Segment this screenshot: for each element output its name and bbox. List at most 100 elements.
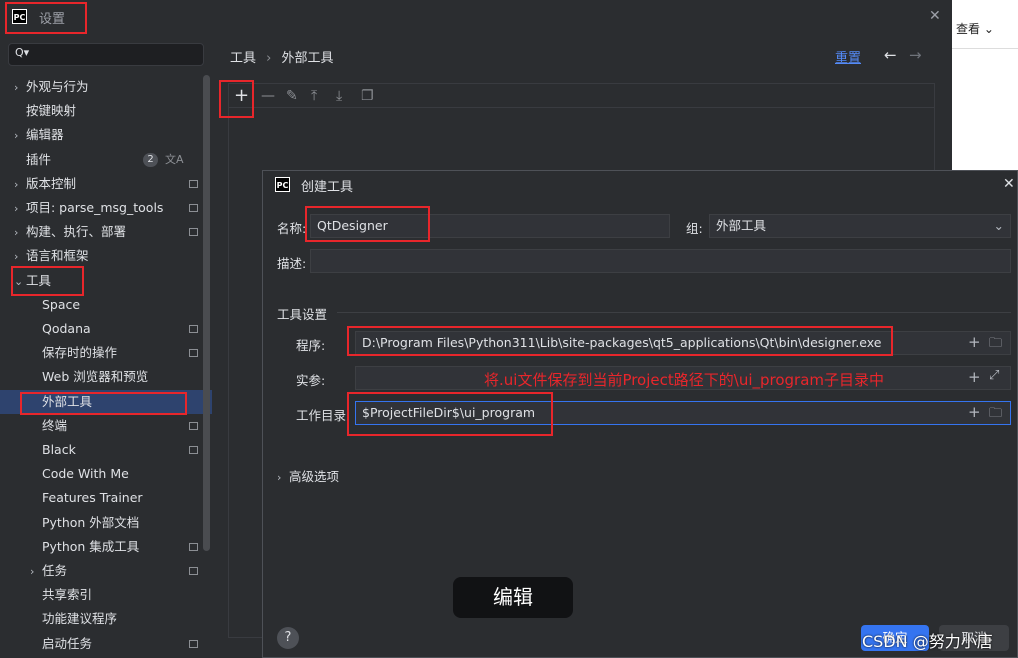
sidebar-item-label: 功能建议程序 — [42, 611, 118, 627]
help-button[interactable]: ? — [277, 627, 299, 649]
search-icon: Q▾ — [15, 46, 30, 59]
sidebar-item[interactable]: › 版本控制 — [0, 172, 212, 196]
group-label: 组: — [686, 221, 703, 236]
sidebar-item[interactable]: ⌄ 工具 — [0, 269, 212, 293]
sidebar-item-label: 按键映射 — [26, 103, 77, 119]
sidebar-item[interactable]: 终端 — [0, 414, 212, 438]
translate-icon: 文A — [165, 152, 184, 166]
move-down-icon[interactable]: ⤓ — [336, 88, 342, 104]
chevron-down-icon: ⌄ — [993, 218, 1004, 233]
add-icon[interactable]: + — [234, 85, 249, 106]
program-field[interactable]: D:\Program Files\Python311\Lib\site-pack… — [355, 331, 1011, 355]
view-menu[interactable]: 查看 ⌄ — [956, 20, 994, 37]
advanced-options-toggle[interactable]: › 高级选项 — [277, 466, 339, 485]
workdir-label: 工作目录: — [296, 408, 351, 423]
sidebar-item-label: Code With Me — [42, 466, 129, 482]
dialog-title: 创建工具 — [301, 180, 354, 195]
sidebar-scrollbar[interactable] — [203, 75, 210, 551]
project-scope-icon — [189, 179, 198, 188]
sidebar-item[interactable]: › 项目: parse_msg_tools — [0, 196, 212, 220]
sidebar-item[interactable]: Black — [0, 438, 212, 462]
sidebar-item[interactable]: › 编辑器 — [0, 123, 212, 147]
sidebar-item-label: Qodana — [42, 321, 91, 336]
sidebar-item[interactable]: › 构建、执行、部署 — [0, 220, 212, 244]
edit-icon[interactable]: ✎ — [286, 88, 298, 104]
expand-icon[interactable]: ⤢ — [989, 368, 999, 383]
sidebar-item[interactable]: Features Trainer — [0, 486, 212, 510]
sidebar-item[interactable]: 保存时的操作 — [0, 341, 212, 365]
chevron-icon[interactable]: › — [14, 221, 26, 245]
sidebar-item[interactable]: 启动任务 — [0, 632, 212, 656]
project-scope-icon — [189, 228, 198, 237]
breadcrumb: 工具 › 外部工具 — [230, 47, 334, 66]
insert-macro-icon[interactable]: + — [968, 403, 981, 421]
watermark: CSDN @努力小唐 — [862, 632, 993, 651]
sidebar-item-label: 共享索引 — [42, 587, 93, 603]
sidebar-item[interactable]: 按键映射 — [0, 99, 212, 123]
forward-arrow-icon[interactable]: → — [909, 46, 922, 64]
sidebar-item-label: 插件 — [26, 151, 52, 167]
close-icon[interactable]: ✕ — [929, 8, 941, 24]
sidebar-item[interactable]: Qodana — [0, 317, 212, 341]
dialog-close-icon[interactable]: ✕ — [1003, 176, 1015, 192]
sidebar-item-label: 外部工具 — [42, 393, 93, 409]
description-field[interactable] — [310, 249, 1011, 273]
copy-icon[interactable]: ❐ — [361, 88, 374, 104]
breadcrumb-tools[interactable]: 工具 — [230, 51, 256, 66]
chevron-icon[interactable]: › — [14, 245, 26, 269]
sidebar-item-label: 启动任务 — [42, 635, 93, 651]
move-up-icon[interactable]: ⤒ — [311, 88, 317, 104]
sidebar-item[interactable]: › 任务 — [0, 559, 212, 583]
insert-macro-icon[interactable]: + — [968, 333, 981, 351]
edit-tooltip: 编辑 — [453, 577, 573, 618]
chevron-icon[interactable]: › — [30, 560, 42, 584]
chevron-icon[interactable]: ⌄ — [14, 270, 26, 294]
sidebar-item[interactable]: 插件 2 文A — [0, 148, 212, 172]
sidebar-item[interactable]: Space — [0, 293, 212, 317]
insert-macro-icon[interactable]: + — [968, 368, 981, 386]
sidebar-item[interactable]: Python 外部文档 — [0, 511, 212, 535]
name-field[interactable]: QtDesigner — [310, 214, 670, 238]
sidebar-item[interactable]: 外部工具 — [0, 389, 212, 414]
sidebar-item[interactable]: Web 浏览器和预览 — [0, 365, 212, 389]
sidebar-item-label: Features Trainer — [42, 490, 143, 506]
chevron-icon[interactable]: › — [14, 76, 26, 100]
title-bar: PC 设置 ✕ — [0, 0, 952, 34]
search-input[interactable]: Q▾ — [8, 43, 204, 66]
project-scope-icon — [189, 446, 198, 454]
description-label: 描述: — [277, 256, 307, 271]
sidebar-item[interactable]: Python 集成工具 — [0, 535, 212, 559]
sidebar-item-label: 终端 — [42, 417, 68, 433]
window-title: 设置 — [39, 12, 66, 27]
folder-icon[interactable]: 🗀 — [989, 404, 1002, 426]
back-arrow-icon[interactable]: ← — [884, 46, 897, 64]
sidebar-item-label: 版本控制 — [26, 175, 77, 191]
project-scope-icon — [189, 204, 198, 212]
sidebar-item-label: 外观与行为 — [26, 79, 89, 94]
sidebar-item-label: Python 集成工具 — [42, 538, 140, 554]
breadcrumb-separator: › — [266, 51, 272, 66]
chevron-icon[interactable]: › — [14, 173, 26, 197]
pycharm-logo-icon: PC — [275, 177, 290, 192]
workdir-field[interactable]: $ProjectFileDir$\ui_program — [355, 401, 1011, 425]
remove-icon[interactable]: — — [261, 88, 275, 104]
folder-icon[interactable]: 🗀 — [989, 334, 1002, 356]
sidebar-item[interactable]: Code With Me — [0, 462, 212, 486]
sidebar-item-label: Web 浏览器和预览 — [42, 369, 149, 385]
pycharm-logo-icon: PC — [12, 9, 27, 24]
sidebar-item-label: 项目: parse_msg_tools — [26, 200, 164, 215]
project-scope-icon — [189, 567, 198, 575]
sidebar-item[interactable]: 功能建议程序 — [0, 607, 212, 631]
program-value: D:\Program Files\Python311\Lib\site-pack… — [362, 335, 882, 350]
sidebar-item[interactable]: 共享索引 — [0, 583, 212, 607]
reset-link[interactable]: 重置 — [835, 47, 861, 66]
chevron-icon[interactable]: › — [14, 124, 26, 148]
advanced-options-label: 高级选项 — [289, 469, 340, 484]
group-select[interactable]: 外部工具 ⌄ — [709, 214, 1011, 238]
sidebar-item-label: 语言和框架 — [26, 248, 89, 264]
sidebar-item-label: 任务 — [42, 563, 68, 578]
sidebar-item[interactable]: › 外观与行为 — [0, 75, 212, 99]
sidebar-item[interactable]: › 语言和框架 — [0, 244, 212, 268]
sidebar-item-label: 编辑器 — [26, 127, 64, 143]
chevron-icon[interactable]: › — [14, 197, 26, 221]
